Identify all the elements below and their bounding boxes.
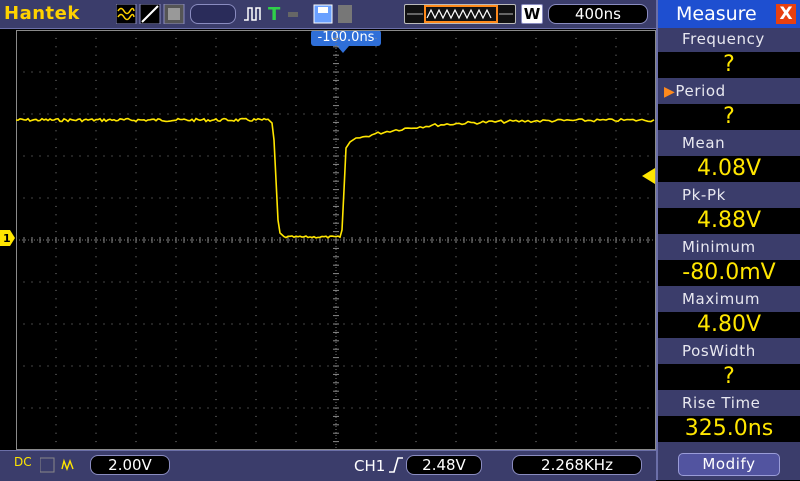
window-mode-badge: W xyxy=(521,4,543,24)
measure-value-mean: 4.08V xyxy=(658,156,800,182)
channel-coupling-icons xyxy=(40,457,74,473)
measure-label-mean[interactable]: Mean xyxy=(658,134,800,152)
measure-label-text: Pk-Pk xyxy=(682,186,726,204)
measure-label-text: Rise Time xyxy=(682,394,761,412)
trigger-channel-label: CH1 xyxy=(354,457,386,475)
measure-label-text: Maximum xyxy=(682,290,761,308)
measure-value-rise-time: 325.0ns xyxy=(658,416,800,442)
measure-title-text: Measure xyxy=(676,3,757,25)
measure-label-poswidth[interactable]: PosWidth xyxy=(658,342,800,360)
print-icon xyxy=(338,5,352,23)
bandwidth-limit-icon xyxy=(40,457,55,473)
graticule xyxy=(16,30,656,450)
measure-label-pk-pk[interactable]: Pk-Pk xyxy=(658,186,800,204)
trigger-icons[interactable]: T xyxy=(242,4,352,24)
waveform-display xyxy=(16,30,656,450)
svg-text:1: 1 xyxy=(3,232,11,245)
brand-logo: Hantek xyxy=(4,3,80,24)
trigger-level-value[interactable]: 2.48V xyxy=(406,455,482,475)
rising-edge-icon xyxy=(389,457,403,473)
acquire-mode-icons[interactable] xyxy=(116,4,188,24)
measure-value-poswidth: ? xyxy=(658,364,800,390)
measure-label-text: Mean xyxy=(682,134,726,152)
run-status-box xyxy=(190,4,236,24)
measure-label-text: Frequency xyxy=(682,30,765,48)
ac-wave-icon xyxy=(61,458,74,471)
measure-value-minimum: -80.0mV xyxy=(658,260,800,286)
usb-icon xyxy=(288,12,298,17)
memory-depth-indicator xyxy=(404,4,516,24)
top-toolbar: Hantek T W 400ns xyxy=(0,0,656,29)
pulse-icon xyxy=(244,7,261,21)
trigger-level-marker[interactable] xyxy=(640,168,656,184)
ch1-trace xyxy=(16,117,655,239)
modify-button[interactable]: Modify xyxy=(678,453,780,476)
measure-label-text: PosWidth xyxy=(682,342,756,360)
measure-label-minimum[interactable]: Minimum xyxy=(658,238,800,256)
measure-label-text: Minimum xyxy=(682,238,756,256)
measure-value-pk-pk: 4.88V xyxy=(658,208,800,234)
coupling-dc-label: DC xyxy=(14,455,32,469)
trigger-t-icon: T xyxy=(268,4,281,24)
measure-label-period[interactable]: ▶Period xyxy=(658,82,800,100)
measure-value-maximum: 4.80V xyxy=(658,312,800,338)
measure-label-maximum[interactable]: Maximum xyxy=(658,290,800,308)
frequency-counter: 2.268KHz xyxy=(512,455,642,475)
measure-label-frequency[interactable]: Frequency xyxy=(658,30,800,48)
measure-label-rise-time[interactable]: Rise Time xyxy=(658,394,800,412)
close-icon[interactable]: X xyxy=(776,4,796,24)
measure-value-frequency: ? xyxy=(658,52,800,78)
measure-panel: Measure X Frequency? ▶Period? Mean 4.08V Pk-… xyxy=(656,0,800,480)
timebase-value[interactable]: 400ns xyxy=(548,4,648,24)
measure-label-text: Period xyxy=(675,82,726,100)
measure-value-period: ? xyxy=(658,104,800,130)
ch1-ground-marker[interactable]: 1 xyxy=(0,230,16,246)
selected-arrow-icon: ▶ xyxy=(664,84,676,100)
ch1-volts-div[interactable]: 2.00V xyxy=(90,455,170,475)
